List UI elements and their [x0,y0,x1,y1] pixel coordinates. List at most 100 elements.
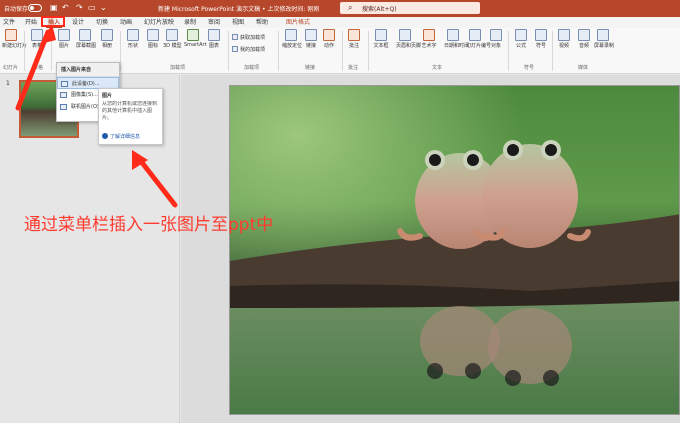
audio-label: 音频 [578,43,589,49]
shapes-button[interactable]: 形状 [124,29,142,49]
symbol-label: 符号 [535,43,546,49]
tab-slideshow[interactable]: 幻灯片放映 [144,18,174,28]
symbol-button[interactable]: 符号 [532,29,550,49]
textbox-label: 文本框 [373,43,389,49]
shapes-icon [127,29,139,41]
my-addins-button[interactable]: 我的加载项 [232,46,265,53]
wordart-icon [423,29,435,41]
separator [508,31,509,71]
link-button[interactable]: 链接 [302,29,320,49]
new-slide-button[interactable]: 新建幻灯片 [2,29,27,49]
inserted-picture[interactable] [230,86,679,414]
tab-record[interactable]: 录制 [184,18,196,28]
group-label-illustrations: 加载项 [170,65,186,71]
search-box[interactable]: ⌕ 搜索(Alt+Q) [340,2,480,14]
slide-number: 1 [6,80,10,87]
group-label-links: 链接 [305,65,316,71]
search-icon: ⌕ [348,3,353,12]
this-device-label: 此设备(D)... [72,81,100,87]
redo-icon[interactable]: ↷ [76,3,83,13]
3d-models-label: 3D 模型 [163,43,182,49]
screenshot-label: 屏幕截图 [76,43,97,49]
3d-model-icon [166,29,178,41]
video-label: 视频 [558,43,569,49]
save-icon[interactable]: ▣ [50,3,58,13]
slide-number-icon [469,29,481,41]
customize-qat-icon[interactable]: ⌄ [100,3,107,13]
group-label-addins: 加载项 [244,65,260,71]
group-label-tables: 表格 [33,65,44,71]
comment-button[interactable]: 批注 [345,29,363,49]
tab-home[interactable]: 开始 [25,18,37,28]
object-button[interactable]: 对象 [487,29,505,49]
photo-album-icon [101,29,113,41]
link-label: 链接 [305,43,316,49]
chart-button[interactable]: 图表 [205,29,223,49]
frog-photo [230,86,679,414]
separator [278,31,279,71]
icons-button[interactable]: 图标 [144,29,162,49]
tooltip-description: 从您的计算机或您连接到的其他计算机中插入图片。 [102,101,158,121]
wordart-label: 艺术字 [421,43,437,49]
tab-review[interactable]: 审阅 [208,18,220,28]
tab-file[interactable]: 文件 [3,18,15,28]
omega-icon [535,29,547,41]
stock-images-label: 图像集(S)... [71,92,98,98]
menu-bar: 文件 开始 插入 设计 切换 动画 幻灯片放映 录制 审阅 视图 帮助 图片格式 [0,17,680,29]
separator [368,31,369,71]
object-label: 对象 [490,43,501,49]
tab-view[interactable]: 视图 [232,18,244,28]
photo-album-button[interactable]: 相册 [98,29,116,49]
header-footer-label: 页眉和页脚 [396,43,422,49]
picture-tooltip: 图片 从您的计算机或您连接到的其他计算机中插入图片。 了解详细信息 [98,88,163,145]
tab-transitions[interactable]: 切换 [96,18,108,28]
header-footer-button[interactable]: 页眉和页脚 [396,29,421,49]
slide[interactable] [229,85,680,415]
date-time-button[interactable]: 日期和时间 [444,29,469,49]
table-button[interactable]: 表格 [28,29,46,49]
learn-more-link[interactable]: 了解详细信息 [102,133,159,140]
separator [120,31,121,71]
shapes-label: 形状 [127,43,138,49]
screenshot-button[interactable]: 屏幕截图 [76,29,97,49]
photo-album-label: 相册 [101,43,112,49]
zoom-icon [285,29,297,41]
autosave-label: 自动保存 [4,6,29,13]
equation-button[interactable]: 公式 [512,29,530,49]
group-label-media: 媒体 [578,65,589,71]
table-label: 表格 [31,43,42,49]
video-button[interactable]: 视频 [555,29,573,49]
chart-icon [208,29,220,41]
action-button[interactable]: 动作 [320,29,338,49]
stock-images-icon [60,92,67,98]
action-label: 动作 [323,43,334,49]
zoom-button[interactable]: 缩放定位 [282,29,302,49]
store-icon [232,34,238,40]
audio-icon [578,29,590,41]
3d-models-button[interactable]: 3D 模型 [163,29,182,49]
autosave-toggle[interactable] [28,4,42,12]
undo-icon[interactable]: ↶ [62,3,69,13]
group-label-text: 文本 [432,65,443,71]
smartart-button[interactable]: SmartArt [184,29,207,48]
tab-picture-format[interactable]: 图片格式 [286,18,310,28]
chart-label: 图表 [208,43,219,49]
separator [342,31,343,71]
slide-number-button[interactable]: 幻灯片编号 [466,29,491,49]
picture-button[interactable]: 图片 [55,29,73,49]
annotation-text: 通过菜单栏插入一张图片至ppt中 [24,215,274,235]
tooltip-title: 图片 [102,93,113,99]
get-addins-button[interactable]: 获取加载项 [232,34,265,41]
audio-button[interactable]: 音频 [575,29,593,49]
comment-label: 批注 [348,43,359,49]
action-icon [323,29,335,41]
tab-help[interactable]: 帮助 [256,18,268,28]
smartart-label: SmartArt [184,42,207,48]
textbox-button[interactable]: 文本框 [372,29,390,49]
screen-recording-button[interactable]: 屏幕录制 [594,29,614,49]
tab-animations[interactable]: 动画 [120,18,132,28]
wordart-button[interactable]: 艺术字 [420,29,438,49]
learn-more-label: 了解详细信息 [110,134,141,140]
tab-design[interactable]: 设计 [72,18,84,28]
present-icon[interactable]: ▭ [88,3,96,13]
